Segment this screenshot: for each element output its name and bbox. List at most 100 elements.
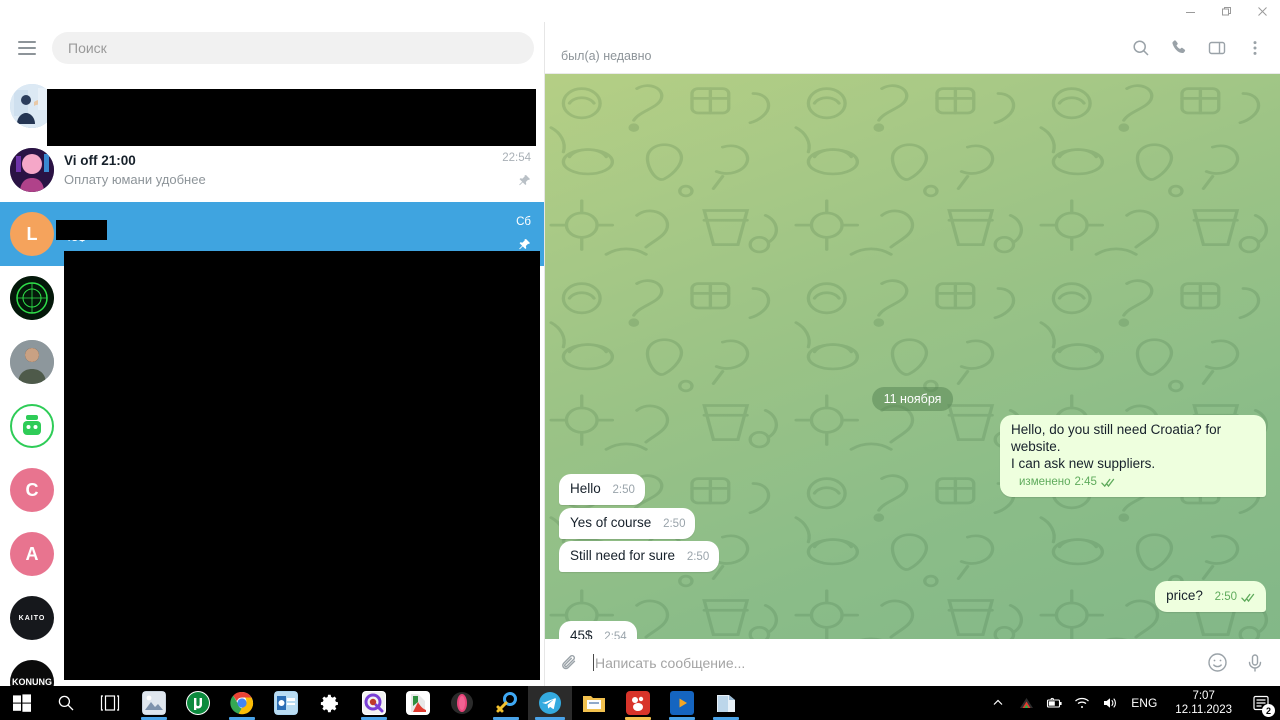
avatar-letter: L <box>26 223 38 244</box>
close-button[interactable] <box>1244 0 1280 22</box>
search-input[interactable]: Поиск <box>52 32 534 64</box>
menu-icon[interactable] <box>10 31 44 65</box>
chevron-up-icon[interactable] <box>989 694 1007 712</box>
chat-header-info[interactable]: был(а) недавно <box>559 32 1130 63</box>
minimize-button[interactable] <box>1172 0 1208 22</box>
taskbar-search-icon[interactable] <box>44 686 88 720</box>
chat-header: был(а) недавно <box>545 22 1280 74</box>
message-bubble-outgoing[interactable]: price? 2:50 <box>1155 581 1266 612</box>
main-content: Поиск Vi off 21:00 Оплату юмани удобнее … <box>0 22 1280 686</box>
utorrent-app-icon[interactable] <box>176 686 220 720</box>
chat-status: был(а) недавно <box>561 49 652 63</box>
telegram-desktop-window: Поиск Vi off 21:00 Оплату юмани удобнее … <box>0 0 1280 720</box>
conversation-panel: был(а) недавно 11 ноября Hello, do you s… <box>545 22 1280 686</box>
message-text-line2: I can ask new suppliers. <box>1011 456 1156 471</box>
wifi-tray-icon[interactable] <box>1073 694 1091 712</box>
microphone-icon[interactable] <box>1244 652 1266 674</box>
chat-preview: Оплату юмани удобнее <box>64 172 206 187</box>
antivirus-app-icon[interactable] <box>616 686 660 720</box>
message-bubble-incoming[interactable]: Still need for sure 2:50 <box>559 541 720 572</box>
message-meta: 2:50 <box>687 549 709 566</box>
chat-header-actions <box>1130 37 1266 59</box>
notes-app-icon[interactable] <box>704 686 748 720</box>
message-bubble-outgoing[interactable]: Hello, do you still need Croatia? for we… <box>1000 415 1266 497</box>
message-meta: 2:50 <box>1215 589 1256 606</box>
message-text: Yes of course <box>570 515 652 530</box>
language-indicator[interactable]: ENG <box>1129 696 1159 710</box>
chat-list-item-vi-off[interactable]: Vi off 21:00 Оплату юмани удобнее 22:54 <box>0 138 544 202</box>
outlook-app-icon[interactable] <box>264 686 308 720</box>
antivirus-tray-icon[interactable] <box>1017 694 1035 712</box>
volume-tray-icon[interactable] <box>1101 694 1119 712</box>
start-button[interactable] <box>0 686 44 720</box>
explorer-app-icon[interactable] <box>572 686 616 720</box>
keys-app-icon[interactable] <box>484 686 528 720</box>
message-bubble-incoming[interactable]: Hello 2:50 <box>559 474 645 505</box>
message-text-line1: Hello, do you still need Croatia? for we… <box>1011 422 1222 454</box>
telegram-app-icon[interactable] <box>528 686 572 720</box>
message-time: 2:50 <box>612 484 635 496</box>
qbittorrent-app-icon[interactable] <box>352 686 396 720</box>
avatar-letter: C <box>25 479 39 500</box>
chat-time: 22:54 <box>502 152 531 164</box>
message-placeholder: Написать сообщение... <box>595 654 746 671</box>
player-app-icon[interactable] <box>660 686 704 720</box>
pdf-app-icon[interactable] <box>396 686 440 720</box>
edited-label: изменено <box>1019 476 1071 488</box>
message-composer: Написать сообщение... <box>545 639 1280 686</box>
photos-app-icon[interactable] <box>132 686 176 720</box>
message-text: Hello <box>570 481 601 496</box>
avatar <box>10 340 54 384</box>
notification-count: 2 <box>1262 704 1275 717</box>
search-placeholder: Поиск <box>68 40 107 56</box>
avatar <box>10 404 54 448</box>
panel-icon[interactable] <box>1206 37 1228 59</box>
message-bubble-incoming[interactable]: Yes of course 2:50 <box>559 508 696 539</box>
message-meta: изменено 2:45 <box>1019 474 1116 491</box>
read-ticks-icon <box>1101 478 1115 488</box>
search-bar: Поиск <box>0 22 544 74</box>
clock-date: 12.11.2023 <box>1175 704 1232 716</box>
taskbar-items <box>0 686 748 720</box>
opera-app-icon[interactable] <box>440 686 484 720</box>
emoji-icon[interactable] <box>1206 652 1228 674</box>
battery-tray-icon[interactable] <box>1045 694 1063 712</box>
avatar: KONUNG <box>10 660 54 686</box>
avatar-letter: A <box>25 543 39 564</box>
attach-icon[interactable] <box>559 652 581 674</box>
clock-time: 7:07 <box>1192 690 1215 702</box>
windows-taskbar: ENG 7:07 12.11.2023 2 <box>0 686 1280 720</box>
pin-icon <box>519 239 530 250</box>
chat-name: Vi off 21:00 <box>64 153 136 168</box>
avatar: L <box>10 212 54 256</box>
chat-time: Сб <box>516 216 531 228</box>
message-input[interactable]: Написать сообщение... <box>593 654 1194 671</box>
redaction-overlay-row1 <box>47 89 536 146</box>
more-icon[interactable] <box>1244 37 1266 59</box>
redaction-overlay-chatlist <box>64 251 540 680</box>
chrome-app-icon[interactable] <box>220 686 264 720</box>
chat-preview: 45$ <box>64 229 506 244</box>
composer-actions <box>1206 652 1266 674</box>
date-separator: 11 ноября <box>871 387 954 411</box>
settings-app-icon[interactable] <box>308 686 352 720</box>
message-time: 2:50 <box>1214 591 1237 603</box>
message-text: price? <box>1166 588 1203 603</box>
message-meta: 2:50 <box>663 516 685 533</box>
task-view-icon[interactable] <box>88 686 132 720</box>
search-icon[interactable] <box>1130 37 1152 59</box>
text-caret <box>593 654 594 671</box>
message-time: 2:45 <box>1074 476 1097 488</box>
system-tray: ENG 7:07 12.11.2023 2 <box>989 689 1280 717</box>
notification-center-icon[interactable]: 2 <box>1248 690 1275 717</box>
phone-icon[interactable] <box>1168 37 1190 59</box>
message-time: 2:50 <box>686 551 710 563</box>
chat-list-panel: Поиск Vi off 21:00 Оплату юмани удобнее … <box>0 22 545 686</box>
avatar <box>10 148 54 192</box>
avatar: C <box>10 468 54 512</box>
avatar: A <box>10 532 54 576</box>
clock[interactable]: 7:07 12.11.2023 <box>1169 689 1238 717</box>
message-area[interactable]: 11 ноября Hello, do you still need Croat… <box>545 74 1280 659</box>
maximize-restore-button[interactable] <box>1208 0 1244 22</box>
message-list: 11 ноября Hello, do you still need Croat… <box>545 74 1280 659</box>
